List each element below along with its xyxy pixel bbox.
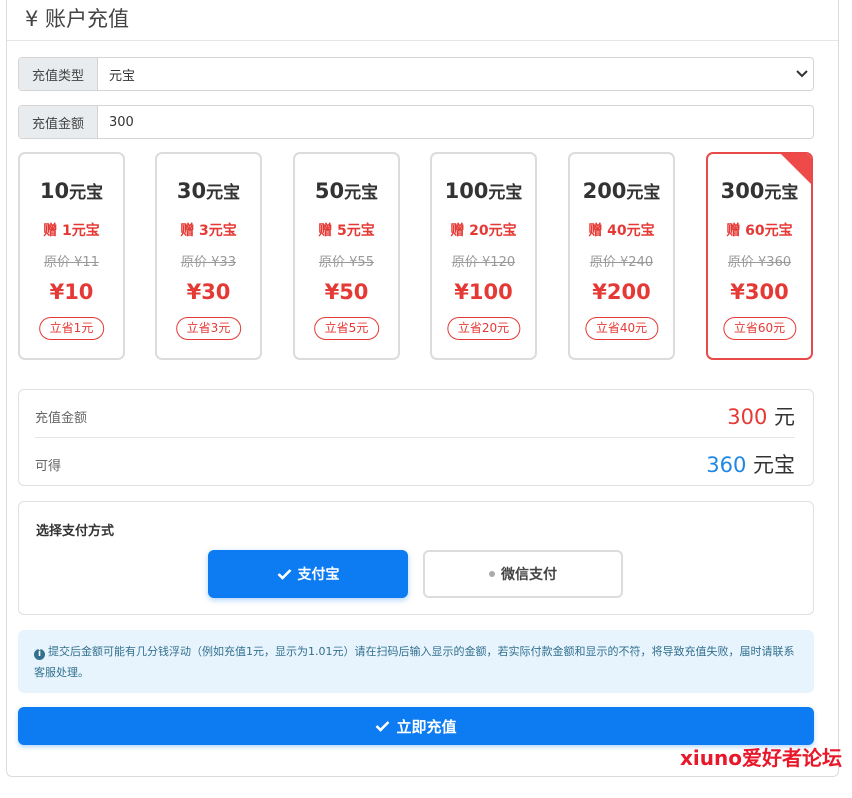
package-save-badge: 立省40元 <box>584 317 659 340</box>
summary-gain-unit: 元宝 <box>753 453 795 477</box>
radio-dot-icon <box>489 571 495 577</box>
package-card-50[interactable]: 50元宝 赠 5元宝 原价 ¥55 ¥50 立省5元 <box>293 152 400 360</box>
package-save-badge: 立省5元 <box>313 317 380 340</box>
summary-gain-row: 可得 360 元宝 <box>35 438 795 486</box>
recharge-summary: 充值金额 300 元 可得 360 元宝 <box>18 389 814 486</box>
recharge-amount-label: 充值金额 <box>19 106 98 138</box>
package-price: ¥50 <box>324 280 369 304</box>
summary-gain-value: 360 <box>706 453 747 477</box>
alipay-label: 支付宝 <box>297 567 340 583</box>
package-bonus: 赠 20元宝 <box>450 223 517 239</box>
page-title: ¥ 账户充值 <box>25 7 130 31</box>
notice-text: 提交后金额可能有几分钱浮动（例如充值1元，显示为1.01元）请在扫码后输入显示的… <box>34 645 795 679</box>
recharge-amount-input[interactable]: 300 <box>98 106 813 138</box>
summary-amount-value: 300 <box>727 405 768 429</box>
package-save-badge: 立省3元 <box>175 317 242 340</box>
payment-method-title: 选择支付方式 <box>36 524 115 539</box>
package-unit: 元宝 <box>206 183 241 203</box>
package-price: ¥300 <box>730 280 789 304</box>
package-bonus: 赠 5元宝 <box>318 223 375 239</box>
package-original-price: 原价 ¥240 <box>589 255 654 270</box>
package-amount: 300 <box>720 179 765 203</box>
watermark: xiuno爱好者论坛 <box>680 746 842 770</box>
recharge-amount-field[interactable]: 充值金额 300 <box>18 105 814 139</box>
package-amount: 10 <box>39 179 70 203</box>
panel-header: ¥ 账户充值 <box>7 0 838 41</box>
package-original-price: 原价 ¥11 <box>44 255 99 270</box>
package-price: ¥200 <box>592 280 651 304</box>
wechat-pay-label: 微信支付 <box>501 567 557 583</box>
package-amount: 50 <box>314 179 345 203</box>
package-bonus: 赠 1元宝 <box>43 223 100 239</box>
notice-alert: i 提交后金额可能有几分钱浮动（例如充值1元，显示为1.01元）请在扫码后输入显示… <box>18 630 814 693</box>
package-price: ¥100 <box>454 280 513 304</box>
package-card-300[interactable]: 300元宝 赠 60元宝 原价 ¥360 ¥300 立省60元 <box>706 152 813 360</box>
package-original-price: 原价 ¥120 <box>451 255 516 270</box>
wechat-pay-button[interactable]: 微信支付 <box>423 550 623 598</box>
package-original-price: 原价 ¥55 <box>319 255 374 270</box>
payment-method-box: 选择支付方式 支付宝 微信支付 <box>18 501 814 615</box>
summary-amount-label: 充值金额 <box>35 411 88 426</box>
info-icon: i <box>34 649 45 660</box>
package-original-price: 原价 ¥360 <box>727 255 792 270</box>
package-save-badge: 立省20元 <box>446 317 521 340</box>
package-amount: 200 <box>582 179 627 203</box>
package-unit: 元宝 <box>626 183 661 203</box>
package-save-badge: 立省60元 <box>722 317 797 340</box>
package-card-200[interactable]: 200元宝 赠 40元宝 原价 ¥240 ¥200 立省40元 <box>568 152 675 360</box>
submit-label: 立即充值 <box>396 717 457 736</box>
package-unit: 元宝 <box>488 183 523 203</box>
submit-recharge-button[interactable]: 立即充值 <box>18 707 814 745</box>
package-card-100[interactable]: 100元宝 赠 20元宝 原价 ¥120 ¥100 立省20元 <box>430 152 537 360</box>
recharge-type-select[interactable]: 充值类型 元宝 <box>18 57 814 91</box>
summary-amount-unit: 元 <box>774 405 795 429</box>
package-amount: 30 <box>176 179 207 203</box>
package-save-badge: 立省1元 <box>38 317 105 340</box>
package-cards: 10元宝 赠 1元宝 原价 ¥11 ¥10 立省1元 30元宝 赠 3元宝 原价… <box>18 152 814 362</box>
package-price: ¥10 <box>49 280 94 304</box>
package-card-10[interactable]: 10元宝 赠 1元宝 原价 ¥11 ¥10 立省1元 <box>18 152 125 360</box>
package-bonus: 赠 3元宝 <box>180 223 237 239</box>
chevron-down-icon[interactable] <box>791 58 813 90</box>
alipay-button[interactable]: 支付宝 <box>208 550 408 598</box>
package-unit: 元宝 <box>344 183 379 203</box>
package-price: ¥30 <box>186 280 231 304</box>
package-original-price: 原价 ¥33 <box>181 255 236 270</box>
check-icon <box>376 721 390 732</box>
package-unit: 元宝 <box>69 183 104 203</box>
recharge-type-value[interactable]: 元宝 <box>98 58 791 90</box>
package-bonus: 赠 60元宝 <box>726 223 793 239</box>
summary-gain-label: 可得 <box>35 459 62 474</box>
package-bonus: 赠 40元宝 <box>588 223 655 239</box>
package-card-30[interactable]: 30元宝 赠 3元宝 原价 ¥33 ¥30 立省3元 <box>155 152 262 360</box>
check-icon <box>277 569 291 580</box>
package-amount: 100 <box>444 179 489 203</box>
package-unit: 元宝 <box>764 183 799 203</box>
summary-amount-row: 充值金额 300 元 <box>35 390 795 438</box>
recharge-type-label: 充值类型 <box>19 58 98 90</box>
